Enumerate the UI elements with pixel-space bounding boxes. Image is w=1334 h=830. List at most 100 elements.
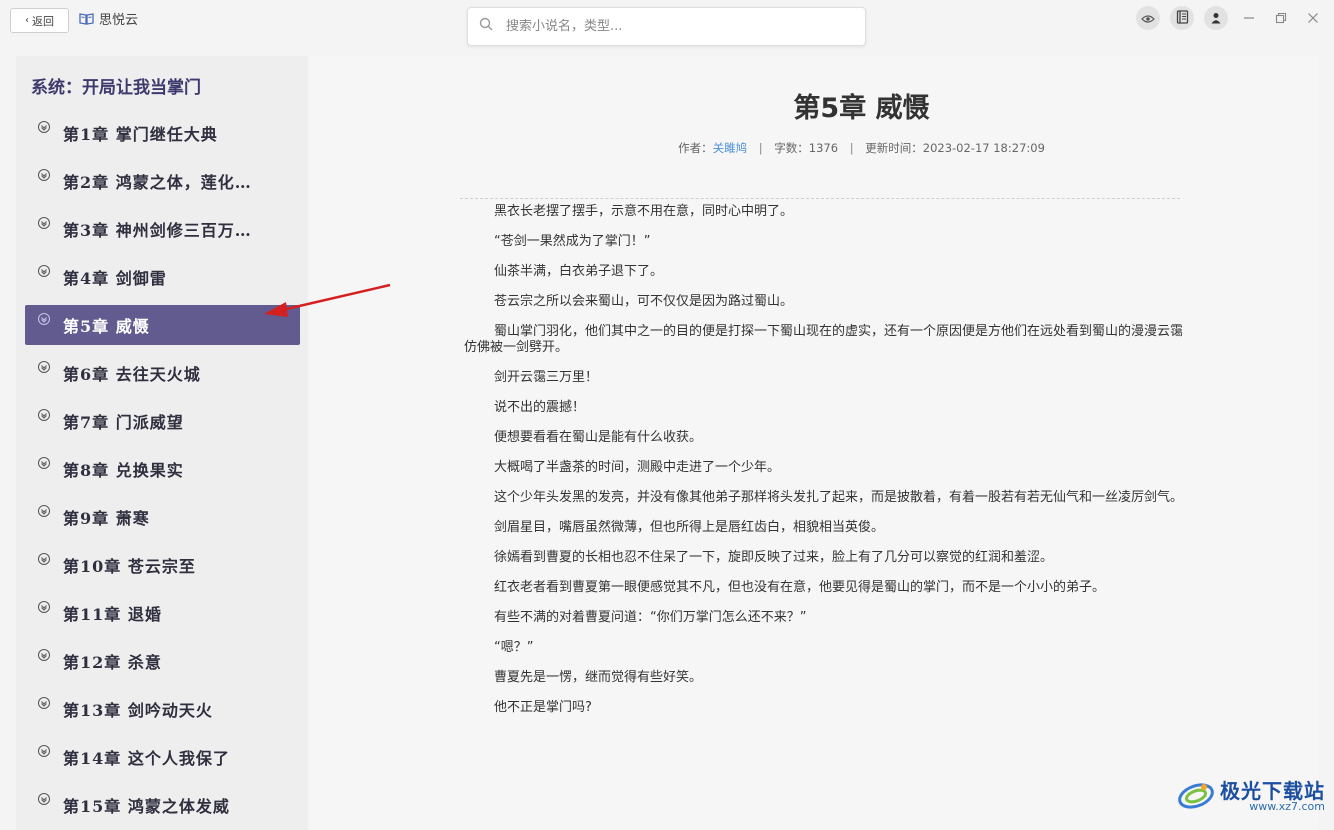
app-brand: 思悦云 <box>79 9 138 28</box>
chapter-item[interactable]: 第5章 威慑 <box>25 305 300 345</box>
chapter-item[interactable]: 第9章 萧寒 <box>25 497 300 537</box>
app-name: 思悦云 <box>99 13 139 28</box>
chapter-item[interactable]: 第2章 鸿蒙之体，莲化… <box>25 161 300 201</box>
eye-icon <box>1141 9 1155 28</box>
watermark-url: www.xz7.com <box>1249 799 1325 813</box>
paragraph: 蜀山掌门羽化，他们其中之一的目的便是打探一下蜀山现在的虚实，还有一个原因便是方他… <box>464 324 1184 355</box>
chapter-label: 第4章 剑御雷 <box>63 269 167 288</box>
watermark-logo: 极光下载站 www.xz7.com <box>1176 778 1325 814</box>
reader-content: 第5章 威慑 作者：关雎鸠 | 字数：1376 | 更新时间：2023-02-1… <box>308 56 1318 830</box>
user-button[interactable] <box>1204 6 1228 30</box>
chapter-label: 第5章 威慑 <box>63 317 150 336</box>
chapter-item[interactable]: 第8章 兑换果实 <box>25 449 300 489</box>
meta-separator: | <box>758 141 763 155</box>
chapter-meta: 作者：关雎鸠 | 字数：1376 | 更新时间：2023-02-17 18:27… <box>308 140 1334 156</box>
chapter-item[interactable]: 第4章 剑御雷 <box>25 257 300 297</box>
swirl-logo-icon <box>1178 783 1214 809</box>
top-bar: ‹ 返回 思悦云 <box>0 0 1334 52</box>
chapter-label: 第10章 苍云宗至 <box>63 557 196 576</box>
updated-label: 更新时间： <box>865 141 923 155</box>
paragraph: 有些不满的对着曹夏问道：“你们万掌门怎么还不来？” <box>494 610 807 625</box>
search-input[interactable] <box>506 19 836 34</box>
paragraph: 便想要看看在蜀山是能有什么收获。 <box>494 430 703 445</box>
chevron-circle-down-icon <box>37 312 51 326</box>
chapter-sidebar: 系统：开局让我当掌门 第1章 掌门继任大典第2章 鸿蒙之体，莲化… 第3章 神州剑… <box>16 56 308 830</box>
chevron-circle-down-icon <box>37 504 51 518</box>
eye-button[interactable] <box>1136 6 1160 30</box>
updated-time: 2023-02-17 18:27:09 <box>922 141 1045 155</box>
chevron-circle-down-icon <box>37 456 51 470</box>
paragraph: “苍剑一果然成为了掌门！” <box>494 234 651 249</box>
chapter-item[interactable]: 第14章 这个人我保了 <box>25 737 300 777</box>
paragraph: 他不正是掌门吗? <box>494 700 592 715</box>
paragraph: 大概喝了半盏茶的时间，测殿中走进了一个少年。 <box>494 460 781 475</box>
chevron-circle-down-icon <box>37 168 51 182</box>
chapter-item[interactable]: 第12章 杀意 <box>25 641 300 681</box>
chevron-circle-down-icon <box>37 360 51 374</box>
paragraph: “嗯？” <box>494 640 534 655</box>
paragraph: 仙茶半满，白衣弟子退下了。 <box>494 264 664 279</box>
chevron-circle-down-icon <box>37 264 51 278</box>
chapter-label: 第14章 这个人我保了 <box>63 749 230 768</box>
chapter-item[interactable]: 第7章 门派威望 <box>25 401 300 441</box>
open-book-icon <box>79 12 94 25</box>
chapter-item[interactable]: 第1章 掌门继任大典 <box>25 113 300 153</box>
chapter-text: 黑衣长老摆了摆手，示意不用在意，同时心中明了。 “苍剑一果然成为了掌门！” 仙茶半满… <box>464 204 1184 730</box>
book-title: 系统：开局让我当掌门 <box>31 78 201 98</box>
chapter-item[interactable]: 第6章 去往天火城 <box>25 353 300 393</box>
chevron-left-icon: ‹ <box>25 14 29 26</box>
chapter-item[interactable]: 第3章 神州剑修三百万… <box>25 209 300 249</box>
word-count-label: 字数： <box>774 141 809 155</box>
meta-separator: | <box>849 141 854 155</box>
chapter-label: 第11章 退婚 <box>63 605 162 624</box>
chapter-label: 第3章 神州剑修三百万… <box>63 221 252 240</box>
search-icon <box>479 17 494 36</box>
paragraph: 黑衣长老摆了摆手，示意不用在意，同时心中明了。 <box>494 204 794 219</box>
chapter-title: 第5章 威慑 <box>793 93 930 124</box>
bookshelf-button[interactable] <box>1170 6 1194 30</box>
chevron-circle-down-icon <box>37 696 51 710</box>
chevron-circle-down-icon <box>37 744 51 758</box>
close-icon <box>1307 9 1319 28</box>
chapter-item[interactable]: 第10章 苍云宗至 <box>25 545 300 585</box>
chevron-circle-down-icon <box>37 600 51 614</box>
author-label: 作者： <box>678 141 713 155</box>
chevron-circle-down-icon <box>37 120 51 134</box>
chapter-list: 第1章 掌门继任大典第2章 鸿蒙之体，莲化… 第3章 神州剑修三百万… 第4章 剑御… <box>25 113 300 830</box>
content-divider <box>460 198 1180 199</box>
chapter-label: 第12章 杀意 <box>63 653 162 672</box>
paragraph: 徐嫣看到曹夏的长相也忍不住呆了一下，旋即反映了过来，脸上有了几分可以察觉的红润和… <box>494 550 1054 565</box>
paragraph: 这个少年头发黑的发亮，并没有像其他弟子那样将头发扎了起来，而是披散着，有着一股若… <box>494 490 1184 505</box>
chapter-label: 第2章 鸿蒙之体，莲化… <box>63 173 252 192</box>
chapter-label: 第1章 掌门继任大典 <box>63 125 218 144</box>
word-count: 1376 <box>808 141 839 155</box>
chevron-circle-down-icon <box>37 648 51 662</box>
minimize-button[interactable] <box>1238 7 1260 29</box>
chapter-label: 第15章 鸿蒙之体发威 <box>63 797 230 816</box>
chapter-label: 第6章 去往天火城 <box>63 365 201 384</box>
back-button[interactable]: ‹ 返回 <box>10 8 69 33</box>
chapter-item[interactable]: 第15章 鸿蒙之体发威 <box>25 785 300 825</box>
minimize-icon <box>1243 9 1255 28</box>
user-icon <box>1210 9 1222 28</box>
chevron-circle-down-icon <box>37 552 51 566</box>
chapter-label: 第9章 萧寒 <box>63 509 150 528</box>
chevron-circle-down-icon <box>37 216 51 230</box>
close-button[interactable] <box>1302 7 1324 29</box>
paragraph: 苍云宗之所以会来蜀山，可不仅仅是因为路过蜀山。 <box>494 294 794 309</box>
author-link[interactable]: 关雎鸠 <box>713 141 748 155</box>
chapter-item[interactable]: 第13章 剑吟动天火 <box>25 689 300 729</box>
chapter-label: 第13章 剑吟动天火 <box>63 701 213 720</box>
restore-icon <box>1275 9 1287 28</box>
search-bar[interactable] <box>467 7 866 46</box>
chapter-item[interactable]: 第11章 退婚 <box>25 593 300 633</box>
back-button-label: 返回 <box>32 14 54 28</box>
paragraph: 剑开云霭三万里！ <box>494 370 599 385</box>
restore-button[interactable] <box>1270 7 1292 29</box>
paragraph: 说不出的震撼！ <box>494 400 586 415</box>
chapter-label: 第8章 兑换果实 <box>63 461 184 480</box>
chevron-circle-down-icon <box>37 408 51 422</box>
chapter-label: 第7章 门派威望 <box>63 413 184 432</box>
window-controls <box>1136 6 1324 30</box>
watermark-name: 极光下载站 <box>1220 778 1325 803</box>
